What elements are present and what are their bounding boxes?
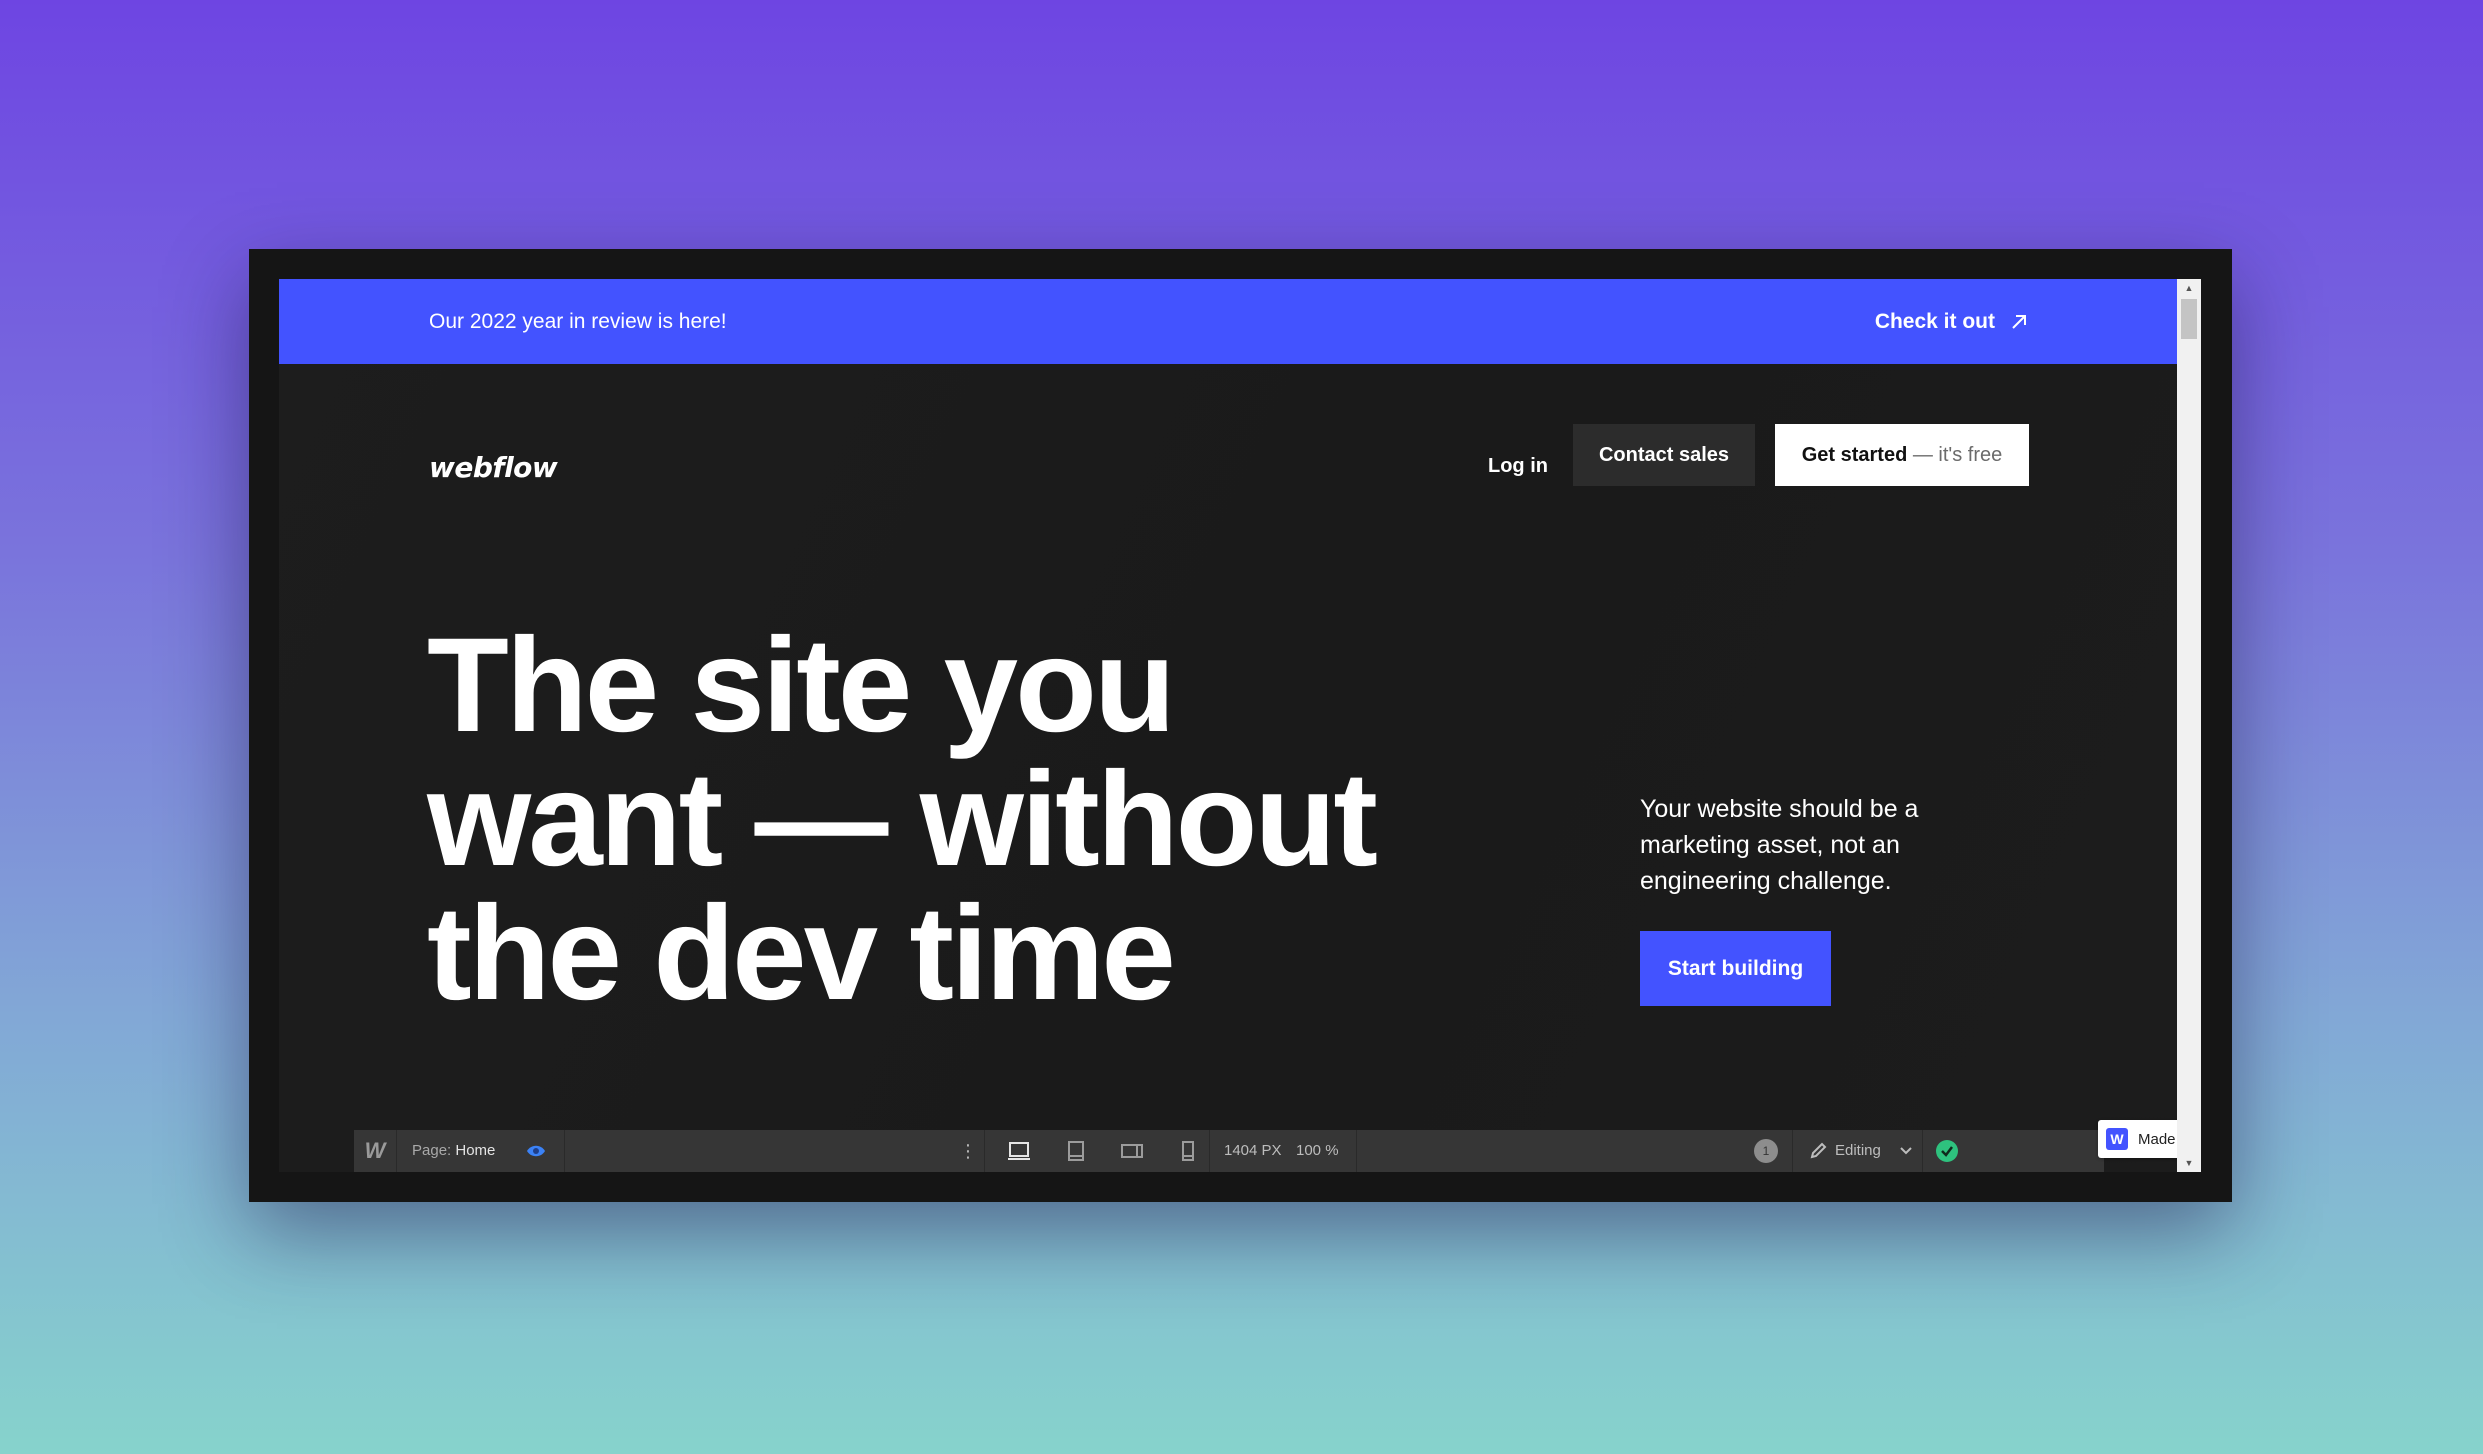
hero-heading: The site you want — without the dev time xyxy=(427,619,1477,1021)
hero-heading-line-1: The site you xyxy=(427,611,1176,760)
desktop-icon[interactable] xyxy=(1007,1140,1031,1162)
page-name: Home xyxy=(455,1142,496,1159)
made-in-webflow-badge[interactable]: W Made in Webflow xyxy=(2098,1120,2177,1158)
site-viewport: Our 2022 year in review is here! Check i… xyxy=(279,279,2201,1172)
contact-sales-button[interactable]: Contact sales xyxy=(1573,424,1755,486)
mobile-landscape-icon[interactable] xyxy=(1120,1140,1144,1162)
editing-mode-dropdown[interactable]: Editing xyxy=(1835,1130,1881,1172)
get-started-label: Get started xyxy=(1801,444,1908,466)
scroll-up-arrow-icon[interactable]: ▲ xyxy=(2177,279,2201,297)
hero-heading-line-3: the dev time xyxy=(427,879,1176,1028)
toolbar-divider xyxy=(1792,1130,1793,1172)
pencil-icon xyxy=(1810,1142,1827,1159)
toolbar-divider xyxy=(564,1130,565,1172)
webflow-logo[interactable]: webflow xyxy=(429,451,558,484)
check-circle-icon[interactable] xyxy=(1936,1140,1958,1162)
more-options-icon[interactable]: ⋮ xyxy=(959,1130,977,1172)
collaborator-count-badge[interactable]: 1 xyxy=(1754,1139,1778,1163)
login-link[interactable]: Log in xyxy=(1488,435,1548,497)
eye-icon[interactable] xyxy=(526,1142,546,1160)
check-it-out-link[interactable]: Check it out xyxy=(1875,279,2029,364)
scroll-down-arrow-icon[interactable]: ▼ xyxy=(2177,1154,2201,1172)
announcement-banner: Our 2022 year in review is here! Check i… xyxy=(279,279,2177,364)
browser-frame: Our 2022 year in review is here! Check i… xyxy=(249,249,2232,1202)
arrow-up-right-icon xyxy=(2012,314,2026,329)
designer-toolbar: W Page: Home ⋮ 1404 PX 100 % 1 Editing xyxy=(354,1130,2104,1172)
chevron-down-icon[interactable] xyxy=(1900,1146,1912,1156)
mobile-portrait-icon[interactable] xyxy=(1176,1140,1200,1162)
start-building-button[interactable]: Start building xyxy=(1640,931,1831,1006)
webflow-badge-logo: W xyxy=(2106,1128,2128,1150)
banner-text: Our 2022 year in review is here! xyxy=(429,310,727,333)
canvas-width-readout: 1404 PX xyxy=(1224,1142,1282,1159)
hero-heading-line-2: want — without xyxy=(427,745,1378,894)
tablet-icon[interactable] xyxy=(1064,1140,1088,1162)
zoom-level[interactable]: 100 % xyxy=(1296,1130,1339,1172)
check-it-out-label: Check it out xyxy=(1874,309,1995,333)
get-started-button[interactable]: Get started — it's free xyxy=(1775,424,2029,486)
toolbar-divider xyxy=(1209,1130,1210,1172)
webflow-w-icon[interactable]: W xyxy=(354,1130,397,1172)
vertical-scrollbar[interactable]: ▲ ▼ xyxy=(2177,279,2201,1172)
toolbar-divider xyxy=(1922,1130,1923,1172)
made-in-webflow-label: Made in Webflow xyxy=(2138,1130,2177,1148)
scrollbar-thumb[interactable] xyxy=(2181,299,2197,339)
page-label: Page: xyxy=(412,1142,452,1159)
toolbar-divider xyxy=(1356,1130,1357,1172)
hero-description: Your website should be a marketing asset… xyxy=(1640,795,1919,895)
page-selector[interactable]: Page: Home xyxy=(412,1130,495,1172)
get-started-suffix: — it's free xyxy=(1912,444,2003,466)
webflow-homepage: Our 2022 year in review is here! Check i… xyxy=(279,279,2177,1172)
toolbar-divider xyxy=(984,1130,985,1172)
